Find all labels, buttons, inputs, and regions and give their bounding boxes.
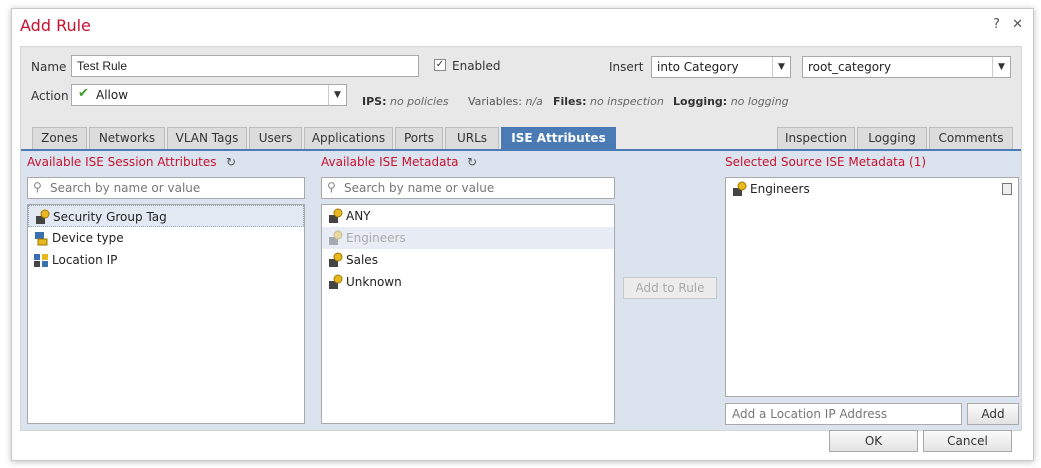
list-item-label: Unknown xyxy=(346,275,402,289)
list-item-label: Device type xyxy=(52,231,124,245)
security-tag-icon xyxy=(733,181,747,196)
logging-label: Logging: xyxy=(673,95,728,108)
list-item[interactable]: ANY xyxy=(322,205,614,227)
session-search-input[interactable]: ⚲ Search by name or value xyxy=(27,177,305,199)
tab-vlan-tags[interactable]: VLAN Tags xyxy=(167,127,247,149)
category-select-value: root_category xyxy=(808,60,892,74)
add-rule-dialog: Add Rule ? ✕ Name ✓ Enabled Insert into … xyxy=(11,8,1034,461)
chevron-down-icon: ▼ xyxy=(328,85,346,105)
tab-urls[interactable]: URLs xyxy=(445,127,499,149)
title-icons: ? ✕ xyxy=(985,17,1023,32)
tab-ports[interactable]: Ports xyxy=(395,127,443,149)
search-icon: ⚲ xyxy=(327,180,336,194)
selected-metadata-title: Selected Source ISE Metadata (1) xyxy=(725,155,927,169)
tab-inspection[interactable]: Inspection xyxy=(777,127,855,149)
action-select-value: Allow xyxy=(96,88,129,102)
list-item[interactable]: Device type xyxy=(28,227,304,249)
variables-value: n/a xyxy=(525,95,543,108)
ips-label: IPS: xyxy=(362,95,387,108)
ok-button[interactable]: OK xyxy=(829,430,918,452)
tab-logging[interactable]: Logging xyxy=(857,127,927,149)
insert-select[interactable]: into Category ▼ xyxy=(651,56,791,78)
ips-summary: IPS: no policies xyxy=(362,95,449,108)
name-label: Name xyxy=(31,60,67,74)
session-attributes-list[interactable]: Security Group Tag Device type Location … xyxy=(27,204,305,424)
tab-zones[interactable]: Zones xyxy=(32,127,87,149)
logging-value: no logging xyxy=(730,95,789,108)
security-tag-icon xyxy=(329,274,343,289)
search-icon: ⚲ xyxy=(33,180,42,194)
category-select[interactable]: root_category ▼ xyxy=(802,56,1011,78)
list-item[interactable]: Engineers xyxy=(726,178,1018,200)
security-tag-icon xyxy=(329,252,343,267)
variables-label: Variables: xyxy=(468,95,522,108)
metadata-list[interactable]: ANY Engineers Sales Unknown xyxy=(321,204,615,424)
list-item[interactable]: Unknown xyxy=(322,271,614,293)
metadata-title: Available ISE Metadata xyxy=(321,155,459,169)
insert-label: Insert xyxy=(609,60,644,74)
list-item-label: Security Group Tag xyxy=(53,210,167,224)
location-ip-placeholder: Add a Location IP Address xyxy=(732,407,888,421)
device-type-icon xyxy=(35,232,48,246)
add-to-rule-button[interactable]: Add to Rule xyxy=(623,277,717,299)
list-item[interactable]: Sales xyxy=(322,249,614,271)
metadata-search-input[interactable]: ⚲ Search by name or value xyxy=(321,177,615,199)
tab-users[interactable]: Users xyxy=(249,127,302,149)
name-field[interactable] xyxy=(71,55,419,77)
chevron-down-icon: ▼ xyxy=(772,57,790,77)
dialog-title: Add Rule xyxy=(20,16,91,35)
session-attributes-title: Available ISE Session Attributes xyxy=(27,155,217,169)
help-icon[interactable]: ? xyxy=(993,17,1000,32)
trash-icon[interactable] xyxy=(1002,183,1012,195)
action-select[interactable]: ✔ Allow ▼ xyxy=(71,84,347,106)
tab-networks[interactable]: Networks xyxy=(89,127,165,149)
tab-applications[interactable]: Applications xyxy=(304,127,393,149)
ips-value: no policies xyxy=(389,95,449,108)
list-item[interactable]: Engineers xyxy=(322,227,614,249)
security-tag-icon xyxy=(329,230,343,245)
add-location-button[interactable]: Add xyxy=(967,403,1019,425)
logging-summary: Logging: no logging xyxy=(673,95,789,108)
files-label: Files: xyxy=(553,95,587,108)
list-item-label: Location IP xyxy=(52,253,118,267)
enabled-label: Enabled xyxy=(452,59,501,73)
enabled-checkbox[interactable]: ✓ xyxy=(434,59,446,71)
tab-ise-attributes[interactable]: ISE Attributes xyxy=(501,127,616,149)
location-ip-input[interactable]: Add a Location IP Address xyxy=(725,403,962,425)
list-item-label: Engineers xyxy=(346,231,406,245)
variables-summary: Variables: n/a xyxy=(468,95,543,108)
rule-editor-panel: Name ✓ Enabled Insert into Category ▼ ro… xyxy=(20,46,1022,431)
chevron-down-icon: ▼ xyxy=(992,57,1010,77)
location-ip-icon xyxy=(34,254,48,267)
list-item[interactable]: Security Group Tag xyxy=(28,205,304,227)
selected-metadata-list[interactable]: Engineers xyxy=(725,177,1019,397)
action-label: Action xyxy=(31,89,69,103)
close-icon[interactable]: ✕ xyxy=(1012,17,1023,32)
ise-attributes-content: Available ISE Session Attributes ↻ ⚲ Sea… xyxy=(21,151,1021,430)
insert-select-value: into Category xyxy=(657,60,739,74)
security-tag-icon xyxy=(329,208,343,223)
session-search-placeholder: Search by name or value xyxy=(50,181,201,195)
metadata-search-placeholder: Search by name or value xyxy=(344,181,495,195)
cancel-button[interactable]: Cancel xyxy=(923,430,1012,452)
files-summary: Files: no inspection xyxy=(553,95,664,108)
list-item-label: Engineers xyxy=(750,182,810,196)
tab-comments[interactable]: Comments xyxy=(929,127,1013,149)
security-tag-icon xyxy=(36,209,50,224)
list-item[interactable]: Location IP xyxy=(28,249,304,271)
check-icon: ✔ xyxy=(78,86,89,101)
list-item-label: ANY xyxy=(346,209,371,223)
refresh-icon[interactable]: ↻ xyxy=(226,155,236,169)
list-item-label: Sales xyxy=(346,253,378,267)
files-value: no inspection xyxy=(589,95,664,108)
refresh-icon[interactable]: ↻ xyxy=(467,155,477,169)
